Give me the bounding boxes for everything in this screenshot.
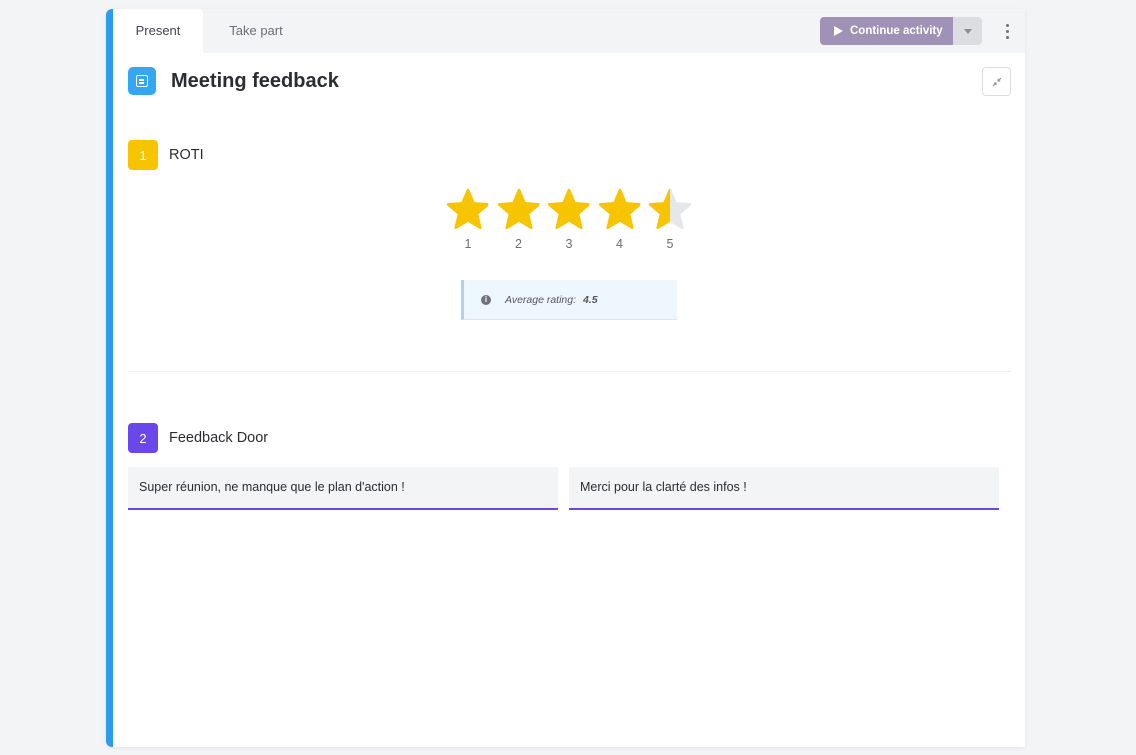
caret-down-icon [963,28,972,34]
collapse-button[interactable] [982,67,1011,96]
star-icon [547,188,591,230]
question-number-badge: 1 [128,140,158,170]
activity-type-icon [128,67,156,95]
star-icon [446,188,490,230]
page-title: Meeting feedback [171,70,339,92]
star-label: 3 [565,237,573,251]
play-icon [834,26,843,36]
section-divider [128,371,1011,372]
continue-activity-button[interactable]: Continue activity [820,17,953,45]
kebab-dot [1005,29,1009,33]
feedback-card: Merci pour la clarté des infos ! [569,467,999,510]
kebab-dot [1005,23,1009,27]
average-rating-value: 4.5 [583,293,598,306]
activity-panel: Present Take part Continue activity Meet… [106,9,1025,747]
tab-take-part[interactable]: Take part [213,9,299,53]
tab-present[interactable]: Present [113,9,203,53]
continue-options-button[interactable] [953,17,982,45]
continue-activity-label: Continue activity [850,25,943,37]
feedback-card: Super réunion, ne manque que le plan d'a… [128,467,558,510]
question-title: ROTI [169,147,204,163]
star-rating: 1 2 3 4 5 [444,187,699,267]
star-label: 5 [666,237,674,251]
average-rating-box: i Average rating: 4.5 [461,280,677,320]
rating-star: 5 [646,187,694,251]
more-options-button[interactable] [997,21,1017,41]
collapse-icon [992,77,1001,86]
kebab-dot [1005,35,1009,39]
rating-star: 1 [444,187,492,251]
average-rating-label: Average rating: [505,293,577,306]
star-icon [648,188,692,230]
tab-bar: Present Take part Continue activity [113,9,1025,53]
document-icon [136,75,148,87]
rating-star: 2 [495,187,543,251]
star-label: 2 [515,237,522,251]
star-label: 4 [616,237,623,251]
question-number-badge: 2 [128,423,158,453]
info-icon: i [481,294,491,305]
star-icon [598,188,641,230]
question-title: Feedback Door [169,430,269,446]
star-icon [497,188,540,230]
rating-star: 4 [596,187,644,251]
rating-star: 3 [545,187,593,251]
star-label: 1 [464,237,472,251]
